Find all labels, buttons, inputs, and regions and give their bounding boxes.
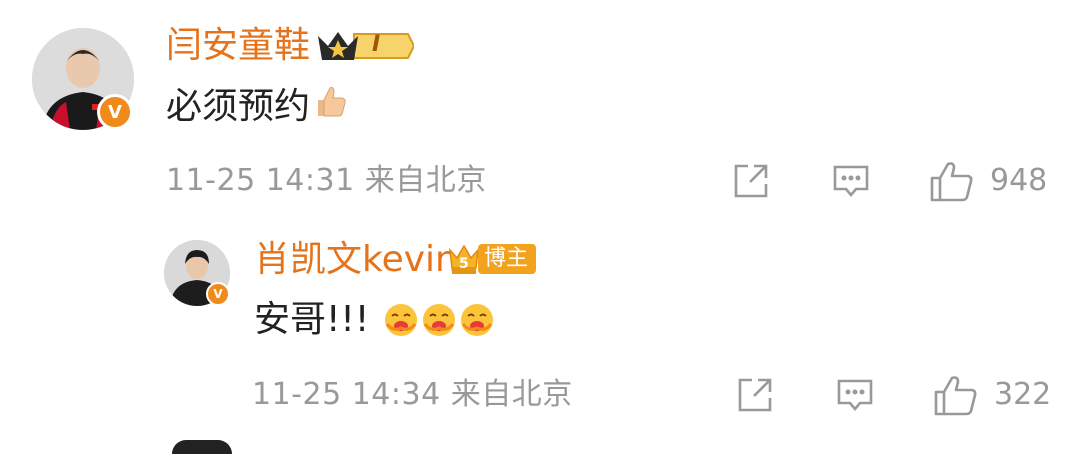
level-badge[interactable]: I xyxy=(314,26,414,66)
comment-meta: 11-25 14:31 来自北京 xyxy=(166,163,487,198)
comment-text-row: 必须预约 xyxy=(166,84,348,129)
blogger-level: 5 xyxy=(459,256,469,272)
crown-icon xyxy=(318,32,414,60)
reply-comment-icon[interactable] xyxy=(832,162,870,200)
like-count: 948 xyxy=(990,163,1048,198)
comment-text-row: 安哥!!! xyxy=(254,300,495,340)
share-icon[interactable] xyxy=(732,162,770,200)
verified-badge-icon: V xyxy=(206,282,230,306)
blogger-label: 博主 xyxy=(478,244,537,274)
comment-username[interactable]: 闫安童鞋 xyxy=(166,28,310,64)
comment-username[interactable]: 肖凯文kevin xyxy=(254,242,458,278)
like-icon[interactable] xyxy=(930,160,974,202)
comment-text: 必须预约 xyxy=(166,85,311,127)
hug-emoji xyxy=(383,302,495,338)
next-avatar-partial xyxy=(172,440,232,454)
like-icon[interactable] xyxy=(934,374,978,416)
verified-badge-icon: V xyxy=(97,94,133,130)
comment-text: 安哥!!! xyxy=(254,299,370,340)
comment-meta: 11-25 14:34 来自北京 xyxy=(252,377,573,412)
level-badge-label: I xyxy=(372,32,381,57)
share-icon[interactable] xyxy=(736,376,774,414)
reply-comment-icon[interactable] xyxy=(836,376,874,414)
thumbs-up-icon xyxy=(312,84,348,129)
blogger-badge[interactable]: 5 博主 xyxy=(448,242,537,276)
like-count: 322 xyxy=(994,377,1052,412)
